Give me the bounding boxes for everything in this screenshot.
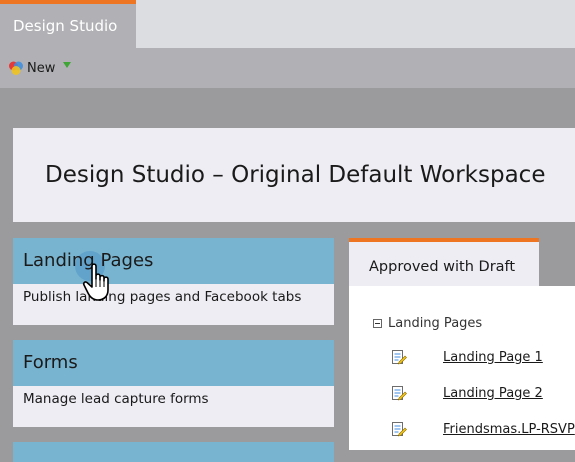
tree-item[interactable]: Landing Page 1 — [391, 349, 543, 365]
page-title: Design Studio – Original Default Workspa… — [45, 162, 546, 188]
right-panel: Approved with Draft Landing Pages Landin… — [349, 238, 575, 450]
card-forms[interactable]: Forms Manage lead capture forms — [13, 340, 334, 427]
page-edit-icon — [392, 350, 407, 365]
color-wheel-icon — [9, 61, 23, 75]
tab-design-studio[interactable]: Design Studio — [0, 0, 136, 48]
card-landing-pages-body: Publish landing pages and Facebook tabs — [13, 284, 334, 325]
tree-root-landing-pages[interactable]: Landing Pages — [373, 316, 482, 331]
dropdown-arrow-icon[interactable] — [63, 62, 72, 68]
minus-box-icon[interactable] — [373, 319, 382, 328]
card-landing-pages[interactable]: Landing Pages Publish landing pages and … — [13, 238, 334, 325]
card-forms-body: Manage lead capture forms — [13, 386, 334, 427]
tree-item-link[interactable]: Landing Page 2 — [443, 386, 543, 401]
top-tab-bar: Design Studio — [0, 0, 575, 48]
tab-approved-with-draft[interactable]: Approved with Draft — [349, 238, 539, 286]
card-description: Publish landing pages and Facebook tabs — [23, 289, 302, 305]
card-title[interactable]: Forms — [23, 352, 78, 373]
workspace-header: Design Studio – Original Default Workspa… — [13, 128, 575, 222]
card-next-header[interactable] — [13, 442, 334, 462]
card-description: Manage lead capture forms — [23, 391, 209, 407]
asset-tree: Landing Pages Landing Page 1 Landing Pag… — [349, 286, 575, 450]
tree-item[interactable]: Landing Page 2 — [391, 385, 543, 401]
tree-item[interactable]: Friendsmas.LP-RSVP — [391, 421, 575, 437]
tree-item-link[interactable]: Landing Page 1 — [443, 350, 543, 365]
page-edit-icon — [392, 422, 407, 437]
card-landing-pages-header[interactable]: Landing Pages — [13, 238, 334, 284]
tab-bar-filler — [539, 238, 575, 286]
tree-item-link[interactable]: Friendsmas.LP-RSVP — [443, 422, 575, 437]
toolbar: New — [0, 48, 575, 88]
new-button[interactable]: New — [27, 61, 55, 76]
card-forms-header[interactable]: Forms — [13, 340, 334, 386]
hand-pointer-icon — [82, 263, 109, 301]
page-edit-icon — [392, 386, 407, 401]
tree-root-label[interactable]: Landing Pages — [388, 316, 482, 331]
